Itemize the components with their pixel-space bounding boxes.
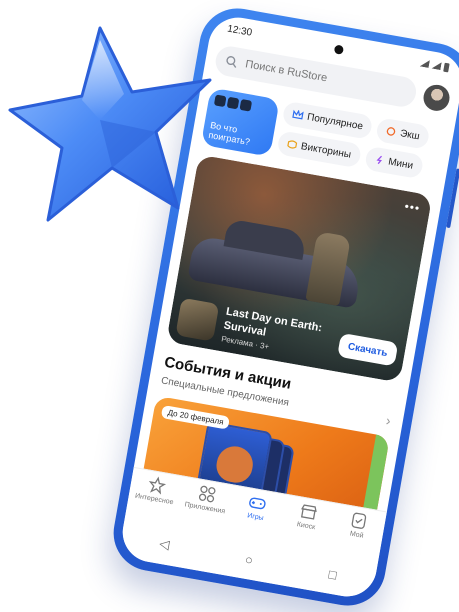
- tab-games-label: Игры: [246, 512, 265, 523]
- star-icon: [8, 26, 212, 222]
- signal-icon: [420, 59, 430, 68]
- fox-character-art: [213, 443, 256, 486]
- tab-games[interactable]: Игры: [233, 490, 281, 524]
- more-options-icon[interactable]: •••: [403, 199, 421, 215]
- wifi-icon: [432, 61, 442, 70]
- gamepad-icon: [249, 497, 267, 510]
- crown-icon: [292, 109, 304, 120]
- back-icon[interactable]: ◁: [158, 536, 170, 553]
- apps-icon: [199, 485, 216, 503]
- phone-side-button: [446, 168, 459, 229]
- star-outline-icon: [148, 476, 166, 495]
- kiosk-icon: [300, 504, 317, 520]
- chip-columns: Популярное Экш Викторины Мини: [276, 100, 431, 184]
- tab-apps-label: Приложения: [184, 501, 226, 516]
- home-icon[interactable]: ○: [244, 551, 254, 567]
- battery-icon: [443, 62, 450, 72]
- download-button[interactable]: Скачать: [337, 332, 399, 367]
- tab-kiosk[interactable]: Киоск: [284, 499, 332, 533]
- ad-text: Last Day on Earth: Survival Реклама · 3+: [221, 306, 335, 362]
- action-icon: [387, 127, 396, 136]
- profile-icon: [351, 512, 367, 529]
- game-app-icon: [175, 297, 220, 342]
- chip-quiz-label: Викторины: [300, 140, 352, 161]
- quiz-icon: [287, 140, 298, 149]
- tab-interesting-label: Интересное: [134, 492, 174, 507]
- tab-my[interactable]: Мой: [334, 508, 382, 542]
- tab-kiosk-label: Киоск: [296, 521, 316, 532]
- chip-mini-label: Мини: [387, 156, 414, 172]
- chip-action-label: Экш: [399, 127, 421, 142]
- status-icons: [420, 58, 450, 72]
- tab-apps[interactable]: Приложения: [183, 481, 231, 515]
- tab-interesting[interactable]: Интересное: [132, 472, 180, 506]
- chip-popular-label: Популярное: [306, 111, 364, 132]
- promo-badge: До 20 февраля: [160, 405, 231, 430]
- recents-icon[interactable]: □: [328, 566, 338, 582]
- tab-my-label: Мой: [349, 530, 364, 540]
- avatar[interactable]: [421, 82, 452, 113]
- chip-mini[interactable]: Мини: [363, 145, 424, 180]
- chip-action[interactable]: Экш: [375, 117, 431, 150]
- chevron-right-icon[interactable]: ›: [385, 412, 392, 429]
- decorative-star: [0, 10, 260, 240]
- mini-icon: [376, 155, 382, 165]
